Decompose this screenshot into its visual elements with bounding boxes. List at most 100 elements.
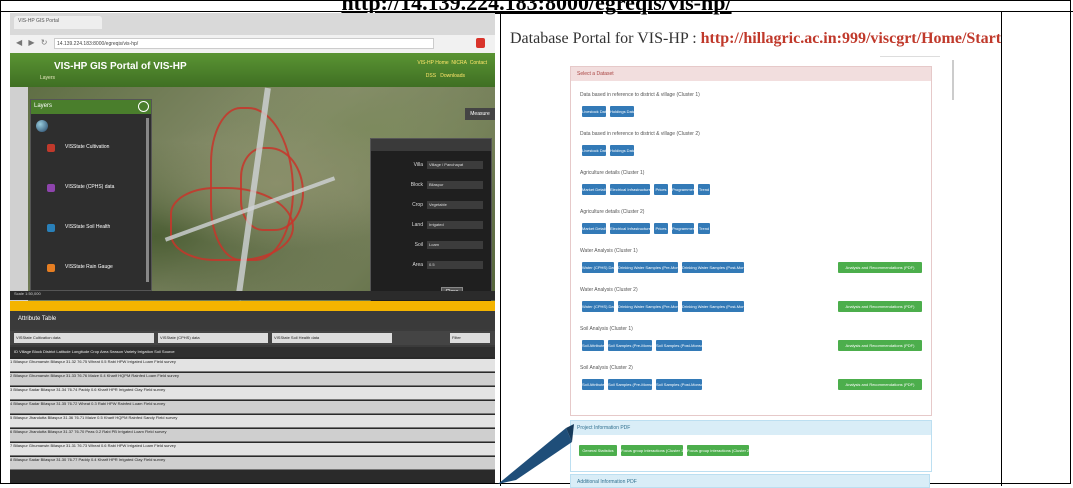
table-row[interactable]: 8 Bilaspur Sadar Bilaspur 31.30 76.77 Pa… [10,457,495,470]
header-links[interactable]: VIS-HP Home NICRA Contact [417,60,487,66]
filter-button[interactable]: Filter [450,333,490,343]
focus-group-cluster2-button[interactable]: Focus group interactions (Cluster 2) [687,445,749,456]
dataset-button[interactable]: Livestock Data [582,106,606,117]
info-row: Crop Vegetable [377,201,487,209]
dataset-button[interactable]: Soil Samples (Post-Monsoon) [656,379,702,390]
analysis-pdf-button[interactable]: Analysis and Recommendations (PDF) [838,301,922,312]
dataset-panel-heading: Select a Dataset [571,67,931,81]
section-label: Soil Analysis (Cluster 1) [580,326,633,332]
header-link-dss[interactable]: DSS [426,73,436,79]
dataset-button[interactable]: Trend [698,223,710,234]
dataset-button[interactable]: Market Details [582,223,606,234]
dataset-button[interactable]: Drinking Water Samples (Pre-Monsoon) [618,301,678,312]
analysis-pdf-button[interactable]: Analysis and Recommendations (PDF) [838,262,922,273]
layer-item[interactable]: VISState Soil Health [65,224,110,230]
info-row-label: Area [412,262,423,269]
dataset-button[interactable]: Electrical Infrastructure [610,184,650,195]
address-input[interactable]: 14.139.224.183:8000/egreqis/vis-hp/ [54,38,434,49]
portal-title-url[interactable]: http://hillagric.ac.in:999/viscgrt/Home/… [701,30,1001,47]
info-row-label: Soil [414,242,423,249]
header-link-nicra[interactable]: NICRA [451,60,467,66]
dataset-button[interactable]: Programmes [672,184,694,195]
layers-panel: Layers VISState Cultivation VISState (CP… [30,99,152,291]
app-subtitle: Layers [40,75,56,81]
table-row[interactable]: 7 Bilaspur Ghumarwin Bilaspur 31.31 76.7… [10,443,495,456]
page-scrollbar[interactable] [952,60,954,100]
layer-marker-icon [47,144,55,152]
dataset-button[interactable]: Programmes [672,223,694,234]
info-row: Block Bilaspur [377,181,487,189]
title-underline [880,56,940,57]
table-row[interactable]: 4 Bilaspur Sadar Bilaspur 31.35 76.72 Wh… [10,401,495,414]
layer-marker-icon [47,184,55,192]
analysis-pdf-button[interactable]: Analysis and Recommendations (PDF) [838,379,922,390]
browser-tab[interactable]: VIS-HP GIS Portal [14,16,102,29]
info-row-value[interactable]: 0.5 [427,261,483,269]
info-row-value[interactable]: Village / Panchayat [427,161,483,169]
info-row-value[interactable]: Bilaspur [427,181,483,189]
table-row[interactable]: 5 Bilaspur Jhandutta Bilaspur 31.36 76.7… [10,415,495,428]
header-links-secondary[interactable]: DSS Downloads [426,73,465,79]
dataset-button[interactable]: Soil Attributes [582,340,604,351]
info-row-value[interactable]: Vegetable [427,201,483,209]
info-row-label: Block [410,182,423,189]
info-row: Soil Loam [377,241,487,249]
dataset-button[interactable]: Market Details [582,184,606,195]
portal-title: Database Portal for VIS-HP : http://hill… [510,30,1001,48]
nav-arrows-icon[interactable]: ◀ ▶ ↻ [16,38,49,47]
dataset-button[interactable]: Water (CPHS) Data [582,262,614,273]
close-icon[interactable] [138,101,149,112]
dataset-button[interactable]: Holdings Data [610,145,634,156]
layer-item[interactable]: VISState Rain Gauge [65,264,113,270]
table-row[interactable]: 3 Bilaspur Sadar Bilaspur 31.34 76.74 Pa… [10,387,495,400]
top-divider [0,11,1073,12]
info-row-label: Crop [412,202,423,209]
dataset-button[interactable]: Electrical Infrastructure [610,223,650,234]
dataset-button[interactable]: Drinking Water Samples (Pre-Monsoon) [618,262,678,273]
extension-icon[interactable] [476,38,485,48]
dataset-button[interactable]: Water (CPHS) Data [582,301,614,312]
map-zoom-toolbar[interactable] [10,87,28,301]
attribute-grid: ID Village Block District Latitude Longi… [10,347,495,483]
header-link-contact[interactable]: Contact [470,60,487,66]
info-row: Area 0.5 [377,261,487,269]
header-link-home[interactable]: VIS-HP Home [417,60,448,66]
layer-item[interactable]: VISState (CPHS) data [65,184,114,190]
dataset-button[interactable]: Soil Attributes [582,379,604,390]
general-statistics-button[interactable]: General Statistics [579,445,617,456]
info-row-value[interactable]: Loam [427,241,483,249]
dataset-button[interactable]: Drinking Water Samples (Post-Monsoon) [682,262,744,273]
table-row[interactable]: 6 Bilaspur Jhandutta Bilaspur 31.37 76.7… [10,429,495,442]
analysis-pdf-button[interactable]: Analysis and Recommendations (PDF) [838,340,922,351]
dataset-button[interactable]: Livestock Data [582,145,606,156]
tab-cphs[interactable]: VISState (CPHS) data [158,333,268,343]
dataset-button[interactable]: Prices [654,223,668,234]
table-row[interactable]: 2 Bilaspur Ghumarwin Bilaspur 31.33 76.7… [10,373,495,386]
layer-marker-icon [47,264,55,272]
section-label: Data based in reference to district & vi… [580,131,700,137]
section-label: Agriculture details (Cluster 1) [580,170,645,176]
focus-group-cluster1-button[interactable]: Focus group interactions (Cluster 1) [621,445,683,456]
dataset-button[interactable]: Soil Samples (Post-Monsoon) [656,340,702,351]
tab-cultivation[interactable]: VISState Cultivation data [14,333,154,343]
dataset-button[interactable]: Soil Samples (Pre-Monsoon) [608,340,652,351]
table-row[interactable]: 1 Bilaspur Ghumarwin Bilaspur 31.32 76.7… [10,359,495,372]
info-row-label: Land [411,222,423,229]
dataset-button[interactable]: Drinking Water Samples (Post-Monsoon) [682,301,744,312]
measure-button[interactable]: Measure [465,108,495,120]
header-link-downloads[interactable]: Downloads [440,73,465,79]
address-bar: ◀ ▶ ↻ 14.139.224.183:8000/egreqis/vis-hp… [10,35,495,54]
portal-title-prefix: Database Portal for VIS-HP : [510,30,701,47]
attribute-tabs: VISState Cultivation data VISState (CPHS… [10,331,495,345]
layer-item[interactable]: VISState Cultivation [65,144,109,150]
layers-scrollbar[interactable] [146,118,149,282]
info-row-value[interactable]: Irrigated [427,221,483,229]
panel-splitter[interactable] [10,301,495,311]
dataset-button[interactable]: Prices [654,184,668,195]
dataset-button[interactable]: Soil Samples (Pre-Monsoon) [608,379,652,390]
dataset-button[interactable]: Holdings Data [610,106,634,117]
column-divider [500,11,501,486]
tab-soil-health[interactable]: VISState Soil Health data [272,333,392,343]
dataset-panel: Select a Dataset [570,66,932,416]
dataset-button[interactable]: Trend [698,184,710,195]
